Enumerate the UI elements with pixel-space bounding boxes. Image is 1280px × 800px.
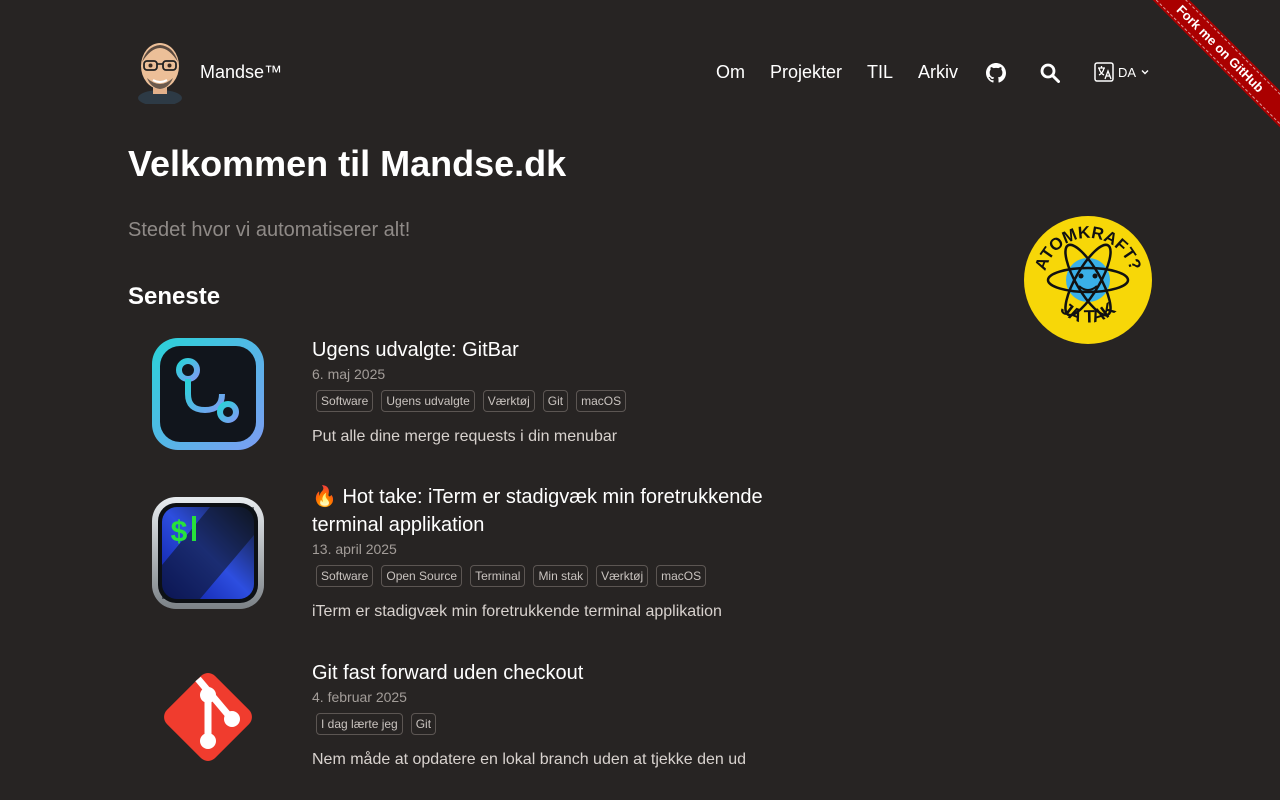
tag[interactable]: Software: [316, 390, 374, 412]
github-icon[interactable]: [986, 63, 1006, 83]
tag[interactable]: macOS: [656, 565, 707, 587]
post-body: Git fast forward uden checkout 4. februa…: [312, 659, 782, 771]
tag[interactable]: Open Source: [381, 565, 463, 587]
search-icon[interactable]: [1040, 63, 1060, 83]
tag[interactable]: Terminal: [470, 565, 526, 587]
site-name[interactable]: Mandse™: [200, 60, 282, 84]
nav-til[interactable]: TIL: [867, 60, 893, 84]
post-summary: Nem måde at opdatere en lokal branch ude…: [312, 751, 747, 768]
post-summary: iTerm er stadigvæk min foretrukkende ter…: [312, 603, 722, 620]
tag[interactable]: Git: [410, 713, 437, 735]
tag[interactable]: Værktøj: [482, 390, 535, 412]
page-title: Velkommen til Mandse.dk: [128, 143, 567, 184]
tag[interactable]: Min stak: [533, 565, 589, 587]
translate-icon: [1094, 62, 1114, 82]
avatar-icon[interactable]: [133, 38, 187, 104]
post-body: Ugens udvalgte: GitBar 6. maj 2025 Softw…: [312, 336, 782, 448]
post-date: 13. april 2025: [312, 541, 397, 557]
post-title[interactable]: Ugens udvalgte: GitBar: [312, 336, 782, 364]
post-summary: Put alle dine merge requests i din menub…: [312, 428, 618, 445]
site-header: Mandse™ Om Projekter TIL Arkiv DA: [0, 0, 1280, 140]
tag[interactable]: I dag lærte jeg: [316, 713, 403, 735]
tag[interactable]: Git: [542, 390, 569, 412]
tag[interactable]: Ugens udvalgte: [381, 390, 475, 412]
nav-projekter[interactable]: Projekter: [770, 60, 842, 84]
git-icon[interactable]: [150, 659, 266, 775]
post-title[interactable]: Git fast forward uden checkout: [312, 659, 782, 687]
post-date: 6. maj 2025: [312, 366, 386, 382]
post-body: 🔥 Hot take: iTerm er stadigvæk min foret…: [312, 483, 782, 623]
post-title[interactable]: 🔥 Hot take: iTerm er stadigvæk min foret…: [312, 483, 782, 539]
tag[interactable]: Software: [316, 565, 374, 587]
tag-list: Software Open Source Terminal Min stak V…: [316, 565, 782, 587]
iterm-icon[interactable]: $: [150, 495, 266, 611]
tag-list: I dag lærte jeg Git: [316, 713, 782, 735]
nav-arkiv[interactable]: Arkiv: [918, 60, 958, 84]
atomkraft-badge-icon: ATOMKRAFT? JA TAK: [1024, 216, 1152, 344]
post-date: 4. februar 2025: [312, 689, 407, 705]
fork-ribbon: Fork me on GitHub: [1130, 0, 1280, 150]
nav-om[interactable]: Om: [716, 60, 745, 84]
fork-me-on-github-link[interactable]: Fork me on GitHub: [1134, 0, 1280, 135]
tagline: Stedet hvor vi automatiserer alt!: [128, 219, 411, 241]
tag[interactable]: macOS: [576, 390, 627, 412]
tag-list: Software Ugens udvalgte Værktøj Git macO…: [316, 390, 782, 412]
gitbar-icon[interactable]: [150, 336, 266, 452]
section-title-latest: Seneste: [128, 283, 221, 310]
tag[interactable]: Værktøj: [596, 565, 649, 587]
svg-text:$: $: [170, 517, 188, 551]
